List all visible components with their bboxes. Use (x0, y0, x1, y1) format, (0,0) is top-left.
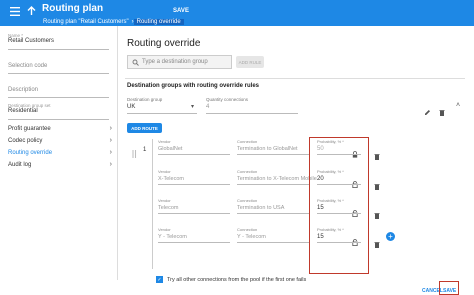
vendor-value[interactable]: GlobalNet (158, 146, 182, 152)
destination-group-label: Destination group (127, 97, 163, 102)
destination-group-set-field[interactable]: Destination group set Residential (8, 103, 109, 120)
search-icon (132, 59, 139, 68)
destination-group-search-input[interactable]: Type a destination group (127, 55, 232, 69)
connection-label: Connection (237, 169, 258, 174)
vendor-underline (158, 184, 230, 185)
sidebar-item-label: Audit log (8, 161, 32, 168)
selection-code-field[interactable]: Selection code (8, 63, 109, 74)
sidebar-item-routing-override[interactable]: Routing override › (8, 147, 112, 158)
header-save-button[interactable]: SAVE (164, 4, 198, 17)
delete-route-icon[interactable] (374, 206, 380, 224)
vendor-value[interactable]: Telecom (158, 205, 178, 211)
connection-value[interactable]: Termination to X-Telecom Mobile (237, 176, 317, 182)
name-field[interactable]: Name * Retail Customers (8, 33, 109, 50)
probability-highlight-box (309, 137, 369, 274)
dropdown-arrow-icon[interactable]: ▾ (191, 103, 194, 110)
delete-route-icon[interactable] (374, 177, 380, 195)
selection-code-placeholder: Selection code (8, 63, 48, 69)
breadcrumb-item-routing-override: Routing override (133, 18, 184, 25)
description-field[interactable]: Description (8, 87, 109, 98)
vendor-underline (158, 213, 230, 214)
add-connection-icon[interactable]: + (386, 232, 395, 241)
page-title: Routing override (127, 38, 201, 49)
app-header: Routing plan SAVE Routing plan "Retail C… (0, 0, 474, 26)
vendor-underline (158, 242, 230, 243)
connection-label: Connection (237, 227, 258, 232)
search-placeholder: Type a destination group (142, 59, 208, 65)
destination-group-underline (127, 113, 197, 114)
sidebar-item-label: Routing override (8, 149, 53, 156)
vendor-label: Vendor (158, 227, 171, 232)
quantity-connections-underline (206, 113, 298, 114)
sidebar-item-label: Profit guarantee (8, 125, 51, 132)
chevron-right-icon: › (109, 137, 112, 144)
vendor-value[interactable]: Y - Telecom (158, 234, 187, 240)
connection-label: Connection (237, 198, 258, 203)
sidebar-item-profit-guarantee[interactable]: Profit guarantee › (8, 123, 112, 134)
add-route-button[interactable]: ADD ROUTE (127, 123, 162, 133)
add-rule-button[interactable]: ADD RULE (236, 56, 264, 68)
delete-route-icon[interactable] (374, 235, 380, 253)
chevron-right-icon: › (109, 149, 112, 156)
section-title: Destination groups with routing override… (127, 83, 260, 89)
chevron-right-icon: › (109, 125, 112, 132)
name-field-value: Retail Customers (8, 38, 55, 44)
chevron-right-icon: › (109, 161, 112, 168)
connection-label: Connection (237, 139, 258, 144)
sidebar-item-codec-policy[interactable]: Codec policy › (8, 135, 112, 146)
breadcrumb: Routing plan "Retail Customers" › Routin… (40, 17, 184, 26)
collapse-chevron-icon[interactable]: ˄ (456, 102, 460, 109)
connection-underline (237, 154, 309, 155)
page-header-title: Routing plan (42, 3, 104, 14)
edit-icon[interactable] (424, 103, 431, 121)
main-content: Routing override Type a destination grou… (119, 26, 474, 295)
description-placeholder: Description (8, 87, 39, 93)
sidebar-item-audit-log[interactable]: Audit log › (8, 159, 112, 170)
delete-route-icon[interactable] (374, 147, 380, 165)
route-index: 1 (143, 147, 147, 153)
save-button[interactable]: SAVE (443, 288, 456, 294)
menu-icon[interactable] (9, 5, 21, 17)
vendor-label: Vendor (158, 198, 171, 203)
destination-group-select[interactable]: UK (127, 104, 135, 110)
vendor-value[interactable]: X-Telecom (158, 176, 184, 182)
destination-group-set-value: Residential (8, 108, 38, 114)
route-group-bar (152, 139, 153, 269)
connection-underline (237, 213, 309, 214)
connection-value[interactable]: Termination to USA (237, 205, 284, 211)
vendor-label: Vendor (158, 169, 171, 174)
vendor-label: Vendor (158, 139, 171, 144)
breadcrumb-item-routing-plan[interactable]: Routing plan "Retail Customers" (40, 19, 132, 25)
connection-value[interactable]: Termination to GlobalNet (237, 146, 298, 152)
connection-underline (237, 184, 309, 185)
connection-value[interactable]: Y - Telecom (237, 234, 266, 240)
drag-handle-icon[interactable] (132, 145, 137, 163)
sidebar-item-label: Codec policy (8, 137, 43, 144)
divider (125, 78, 465, 79)
quantity-connections-label: Quantity connections (206, 97, 249, 102)
back-arrow-icon[interactable] (25, 5, 37, 17)
sidebar: Name * Retail Customers Selection code D… (0, 26, 118, 280)
connection-underline (237, 242, 309, 243)
delete-group-icon[interactable] (439, 103, 445, 121)
vendor-underline (158, 154, 230, 155)
quantity-connections-value: 4 (206, 104, 210, 110)
